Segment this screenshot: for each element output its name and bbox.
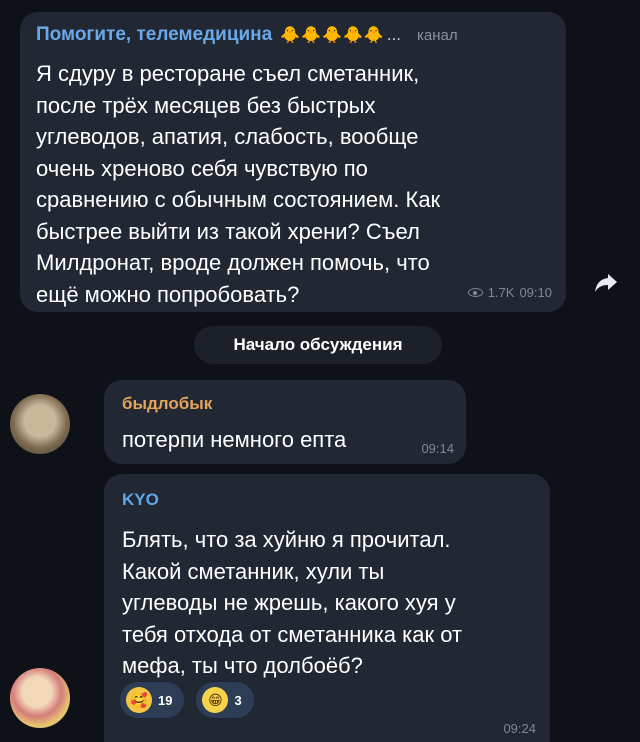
post-text: Я сдуру в ресторане съел сметанник, посл… (36, 61, 441, 307)
reply-author[interactable]: KYO (122, 490, 159, 510)
reaction-heart-eyes[interactable]: 🥰 19 (120, 682, 185, 718)
smiling-hearts-icon: 🥰 (126, 687, 152, 713)
post-meta: 1.7K 09:10 (467, 285, 552, 300)
reply-time: 09:14 (421, 441, 454, 456)
eye-icon (467, 288, 483, 297)
channel-name[interactable]: Помогите, телемедицина (36, 24, 272, 46)
reply-bubble[interactable]: KYO Блять, что за хуйню я прочитал. Како… (104, 474, 550, 742)
title-ellipsis: ... (386, 25, 402, 44)
reply-time: 09:24 (503, 721, 536, 736)
reaction-grin[interactable]: 😁 3 (196, 682, 254, 718)
post-time: 09:10 (519, 285, 552, 300)
reactions: 🥰 19 😁 3 (120, 682, 254, 718)
post-header: Помогите, телемедицина 🐥🐥🐥🐥🐥 ... канал (36, 24, 552, 46)
reply-text: Блять, что за хуйню я прочитал. Какой см… (122, 527, 463, 678)
share-arrow-icon (595, 274, 617, 292)
reply-author[interactable]: быдлобык (122, 394, 212, 414)
share-button[interactable] (586, 266, 626, 300)
view-count: 1.7K (487, 285, 515, 300)
reply-bubble[interactable]: быдлобык потерпи немного епта 09:14 (104, 380, 466, 464)
reply-text: потерпи немного епта (122, 427, 347, 452)
chick-emoji-icons: 🐥🐥🐥🐥🐥 (280, 27, 385, 44)
avatar[interactable] (10, 394, 70, 454)
grinning-face-icon: 😁 (202, 687, 229, 713)
reaction-count: 19 (158, 692, 173, 708)
channel-label: канал (417, 26, 458, 44)
avatar[interactable] (10, 668, 70, 728)
reaction-count: 3 (234, 692, 242, 708)
channel-post-bubble[interactable]: Помогите, телемедицина 🐥🐥🐥🐥🐥 ... канал Я… (20, 12, 566, 312)
discussion-start-label: Начало обсуждения (194, 326, 442, 364)
